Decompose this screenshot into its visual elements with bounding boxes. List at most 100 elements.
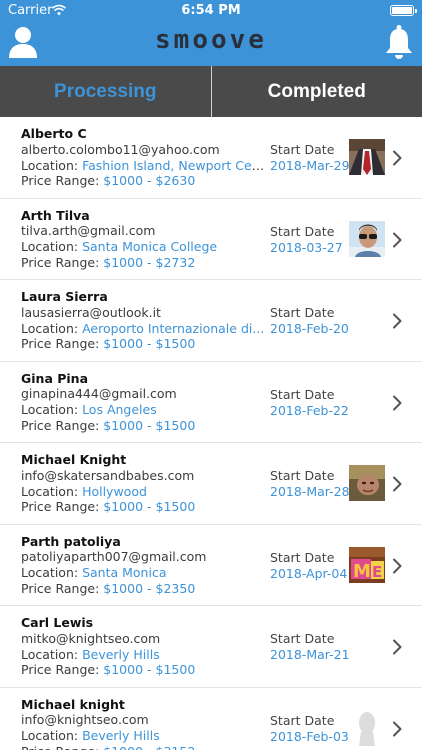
price-label: Price Range: [21,336,104,352]
start-date-block: Start Date 2018-Feb-22 [270,387,349,419]
list-item[interactable]: Carl Lewis mitko@knightseo.com Location: B… [0,606,422,688]
customer-name: Michael Knight [21,452,127,467]
start-date-value: 2018-03-27 [270,239,343,255]
price-line: Price Range: $1000 - $3152 [21,744,267,750]
price-line: Price Range: $1000 - $1500 [21,336,267,352]
customer-email: info@skatersandbabes.com [21,467,195,483]
location-value: Santa Monica [82,565,167,581]
start-date-block: Start Date 2018-Mar-21 [270,631,350,663]
chevron-right-icon[interactable] [392,476,402,492]
location-line: Location: Santa Monica [21,565,267,581]
list-item[interactable]: Michael knight info@knightseo.com Location… [0,688,422,750]
location-value: Los Angeles [82,402,157,418]
price-label: Price Range: [21,254,104,270]
brand-logo: smoove [155,25,267,55]
top-bar: Carrier 6:54 PM smoove [0,0,422,66]
start-date-block: Start Date 2018-Mar-28 [270,468,350,500]
list-item[interactable]: Parth patoliya patoliyaparth007@gmail.com… [0,525,422,606]
location-label: Location: [21,483,83,499]
chevron-right-icon[interactable] [392,395,402,411]
location-value: Fashion Island, Newport Cen... [82,157,267,173]
request-info: Laura Sierra lausasierra@outlook.it Locati… [21,289,267,352]
tab-processing[interactable]: Processing [0,66,212,117]
location-line: Location: Santa Monica College [21,239,267,255]
list-item[interactable]: Arth Tilva tilva.arth@gmail.com Location: … [0,199,422,280]
photo-thumbnail [349,465,385,501]
start-date-block: Start Date 2018-Apr-04 [270,550,347,582]
price-label: Price Range: [21,580,104,596]
list-item[interactable]: Michael Knight info@skatersandbabes.com Lo… [0,443,422,525]
chevron-right-icon[interactable] [392,721,402,737]
customer-email: lausasierra@outlook.it [21,304,161,320]
start-date-label: Start Date [270,712,335,728]
request-info: Arth Tilva tilva.arth@gmail.com Location: … [21,208,267,271]
location-label: Location: [21,320,83,336]
start-date-label: Start Date [270,549,335,565]
price-value: $1000 - $3152 [103,744,195,750]
price-line: Price Range: $1000 - $2732 [21,255,267,271]
svg-text:M: M [353,561,371,582]
battery-icon [390,5,417,16]
start-date-value: 2018-Mar-29 [270,158,350,173]
start-date-block: Start Date 2018-03-27 [270,224,343,256]
price-value: $1000 - $1500 [103,499,196,515]
nav-bar: smoove [0,22,422,66]
location-value: Aeroporto Internazionale di... [82,320,265,336]
request-info: Michael Knight info@skatersandbabes.com Lo… [21,452,267,515]
price-line: Price Range: $1000 - $1500 [21,499,267,515]
price-line: Price Range: $1000 - $1500 [21,418,267,434]
chevron-right-icon[interactable] [392,150,402,166]
price-value: $1000 - $2350 [103,580,196,596]
start-date-label: Start Date [270,386,335,402]
start-date-value: 2018-Mar-21 [270,647,350,662]
request-list: Alberto Calberto.colombo11@yahoo.com Loca… [0,117,422,750]
request-info: Parth patoliya patoliyaparth007@gmail.com… [21,534,267,597]
price-value: $1000 - $1500 [103,417,196,433]
status-time: 6:54 PM [181,3,241,18]
location-label: Location: [21,728,83,744]
customer-email: ginapina444@gmail.com [21,386,177,402]
request-info: Michael knight info@knightseo.com Location… [21,697,267,750]
price-value: $1000 - $1500 [103,662,196,678]
location-label: Location: [21,402,83,418]
list-item[interactable]: Laura Sierra lausasierra@outlook.it Locati… [0,280,422,362]
start-date-block: Start Date 2018-Feb-03 [270,713,349,745]
status-bar: Carrier 6:54 PM [0,0,422,22]
location-line: Location: Los Angeles [21,402,267,418]
start-date-block: Start Date 2018-Feb-20 [270,305,349,337]
start-date-label: Start Date [270,631,335,646]
request-info: Gina Pina ginapina444@gmail.com Location: … [21,371,267,434]
location-label: Location: [21,565,83,581]
start-date-value: 2018-Mar-28 [270,484,350,499]
start-date-block: Start Date 2018-Mar-29 [270,142,350,174]
location-value: Hollywood [82,483,147,499]
start-date-value: 2018-Feb-20 [270,321,349,336]
chevron-right-icon[interactable] [392,232,402,248]
tab-completed[interactable]: Completed [212,66,422,117]
location-value: Beverly Hills [82,646,160,662]
start-date-label: Start Date [270,468,335,483]
price-value: $1000 - $1500 [103,336,196,352]
bell-icon[interactable] [384,24,414,60]
list-item[interactable]: Gina Pina ginapina444@gmail.com Location: … [0,362,422,443]
request-info: Carl Lewis mitko@knightseo.com Location: B… [21,615,267,678]
price-line: Price Range: $1000 - $2630 [21,173,267,189]
location-label: Location: [21,157,83,173]
location-value: Santa Monica College [82,239,218,255]
start-date-label: Start Date [270,305,335,320]
chevron-right-icon[interactable] [392,313,402,329]
chevron-right-icon[interactable] [392,558,402,574]
request-info: Alberto Calberto.colombo11@yahoo.com Loca… [21,126,267,189]
chevron-right-icon[interactable] [392,639,402,655]
location-line: Location: Beverly Hills [21,647,267,663]
photo-thumbnail [349,709,385,746]
photo-thumbnail [349,220,385,257]
price-value: $1000 - $2630 [103,173,196,189]
customer-email: mitko@knightseo.com [21,630,161,646]
svg-text:E: E [372,563,382,581]
customer-email: alberto.colombo11@yahoo.com [21,141,220,157]
location-line: Location: Fashion Island, Newport Cen... [21,158,267,174]
customer-name: Laura Sierra [21,289,108,304]
list-item[interactable]: Alberto Calberto.colombo11@yahoo.com Loca… [0,117,422,199]
customer-email: tilva.arth@gmail.com [21,223,156,239]
